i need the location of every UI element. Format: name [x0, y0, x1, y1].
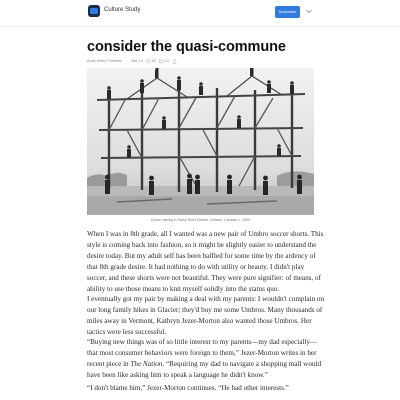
paragraph-line: that 8th grade desire. It had nothing to…: [87, 263, 305, 272]
barn-raising-photo: [87, 68, 314, 215]
share-icon: [172, 58, 177, 63]
post-byline: Anne Helen Petersen · Mar 14 62 31: [87, 57, 177, 65]
subscribe-button[interactable]: Subscribe: [275, 6, 300, 18]
like-button[interactable]: 62: [146, 59, 156, 64]
post-title: consider the quasi-commune: [87, 39, 286, 55]
paragraph-line: our long family hikes in Glacier; they'd…: [87, 306, 323, 315]
top-nav-bar: Culture Study Subscribe: [0, 0, 400, 27]
paragraph-line: desire today. But my adult self has been…: [87, 252, 316, 261]
paragraph-line: “Buying new things was of so little inte…: [87, 338, 318, 346]
article-paragraph-1: When I was in 8th grade, all I wanted wa…: [87, 229, 324, 295]
photo-caption: A barn raising in Rainy River District, …: [150, 218, 251, 222]
heart-icon: [146, 59, 151, 64]
paragraph-line: I eventually got my pair by making a dea…: [87, 295, 325, 303]
author-name[interactable]: Anne Helen Petersen: [87, 59, 122, 63]
chevron-down-icon[interactable]: [305, 7, 313, 15]
paragraph-line: that most consumer behaviors were foreig…: [87, 349, 317, 358]
paragraph-line: “I don't blame him,” Jezer-Morton contin…: [87, 384, 289, 392]
publication-reference-link[interactable]: The Nation: [130, 360, 162, 368]
paragraph-line: style is coming back into fashion, so it…: [87, 241, 317, 250]
publication-name[interactable]: Culture Study: [104, 7, 140, 13]
like-count: 62: [151, 59, 156, 63]
paragraph-line: recent piece in The Nation. “Requiring m…: [87, 359, 321, 370]
logo-mark: [90, 8, 98, 14]
line-text: . “Requiring my dad to navigate a shoppi…: [162, 360, 322, 369]
byline-separator: ·: [126, 59, 128, 63]
line-text: recent piece in: [87, 360, 131, 369]
paragraph-line: soccer, and these shorts were not beauti…: [87, 274, 321, 283]
comment-icon: [159, 59, 164, 64]
publication-logo-icon[interactable]: [88, 5, 100, 17]
hero-photo[interactable]: [87, 68, 314, 215]
paragraph-line: When I was in 8th grade, all I wanted wa…: [87, 230, 324, 238]
paragraph-line: have been like asking him to speak a lan…: [87, 371, 268, 380]
article-paragraph-2: I eventually got my pair by making a dea…: [87, 294, 325, 338]
article-paragraph-3: “Buying new things was of so little inte…: [87, 337, 321, 381]
share-button[interactable]: [172, 58, 177, 64]
paragraph-line: miles away in Vermont, Kathryn Jezer-Mor…: [87, 317, 312, 326]
post-date: Mar 14: [131, 59, 143, 63]
comment-count: 31: [164, 59, 169, 63]
comment-button[interactable]: 31: [159, 59, 169, 64]
article-paragraph-4: “I don't blame him,” Jezer-Morton contin…: [87, 383, 315, 394]
